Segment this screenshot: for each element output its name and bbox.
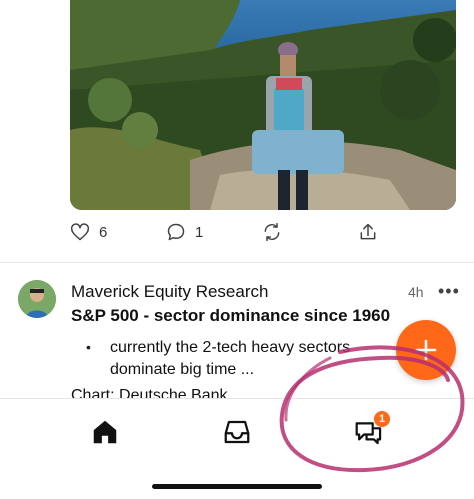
chat-notification-badge: 1	[374, 411, 390, 427]
post-action-bar: 6 1	[70, 220, 390, 244]
plus-icon	[415, 339, 437, 361]
post-title[interactable]: S&P 500 - sector dominance since 1960	[71, 306, 390, 326]
share-button[interactable]	[358, 220, 378, 244]
post-photo[interactable]	[70, 0, 456, 210]
comment-button[interactable]: 1	[166, 220, 203, 244]
home-icon	[93, 420, 117, 444]
nav-home[interactable]	[90, 417, 120, 447]
post-bullet-text: currently the 2-tech heavy sectors domin…	[110, 339, 351, 378]
like-count: 6	[99, 223, 108, 241]
author-name[interactable]: Maverick Equity Research	[71, 282, 268, 302]
author-avatar[interactable]	[18, 280, 56, 318]
bullet-marker: •	[86, 339, 91, 355]
hiker-landscape-image	[70, 0, 456, 210]
restack-icon	[264, 222, 280, 242]
comment-icon	[167, 223, 185, 241]
heart-icon	[70, 223, 90, 241]
share-icon	[360, 223, 376, 240]
nav-inbox[interactable]	[222, 417, 252, 447]
inbox-icon	[224, 420, 250, 444]
restack-button[interactable]	[262, 220, 282, 244]
comment-count: 1	[195, 223, 204, 241]
compose-fab-button[interactable]	[396, 320, 456, 380]
like-button[interactable]: 6	[70, 220, 107, 244]
avatar-image	[18, 280, 56, 318]
post-time: 4h	[408, 284, 424, 300]
more-options-button[interactable]: •••	[438, 281, 460, 302]
post-divider	[0, 262, 474, 263]
home-indicator[interactable]	[152, 484, 322, 489]
